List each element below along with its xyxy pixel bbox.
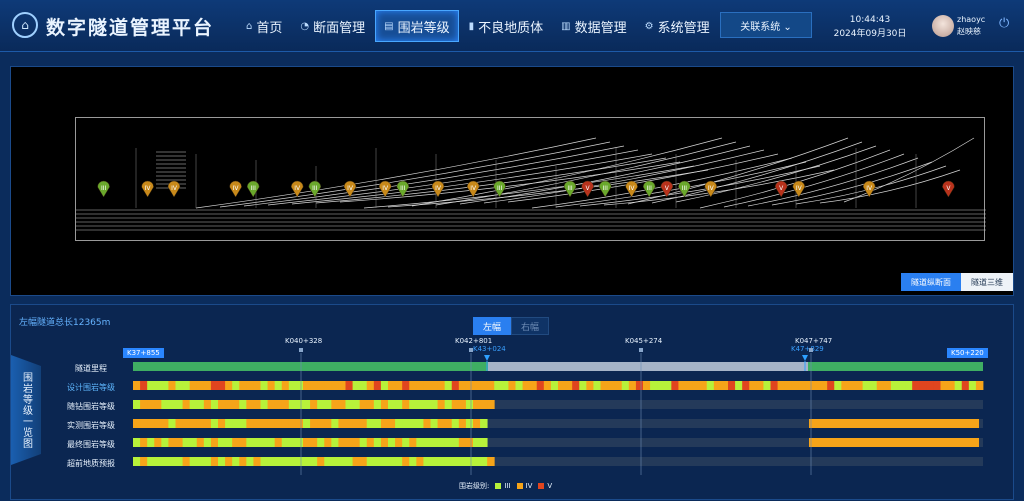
grade-marker-label: IV [708, 185, 715, 192]
grade-marker-label: IV [347, 185, 354, 192]
app-title: 数字隧道管理平台 [46, 17, 215, 39]
grade-marker[interactable]: IV [290, 180, 304, 198]
tunnel-profile-drawing[interactable]: III IV IV IV III IV III IV IV III IV IV III III V III IV… [75, 117, 986, 241]
grade-marker-label: IV [866, 185, 873, 192]
grade-marker[interactable]: V [581, 180, 594, 198]
grade-marker[interactable]: V [942, 180, 955, 198]
grade-marker-label: III [312, 185, 318, 192]
current-time: 10:44:43 [849, 15, 891, 25]
top-header: ⌂ 数字隧道管理平台 ⌂ 首页 ◔ 断面管理 ▤ 围岩等级 ▮ 不良地质体 ▥ 数据管理 … [0, 0, 1024, 52]
grade-marker-label: III [400, 185, 406, 192]
legend-swatch-v [538, 483, 545, 489]
grade-marker[interactable]: IV [792, 180, 806, 198]
grade-segment[interactable] [809, 438, 979, 447]
nav-label: 系统管理 [657, 20, 710, 36]
nav-home[interactable]: ⌂ 首页 [238, 10, 290, 42]
grade-marker-label: IV [796, 185, 803, 192]
grade-marker[interactable]: III [598, 180, 612, 198]
home-icon: ⌂ [246, 20, 253, 32]
grade-marker-label: IV [382, 185, 389, 192]
position-pointer[interactable] [802, 355, 808, 361]
grade-marker[interactable]: IV [625, 180, 638, 198]
grade-marker-label: III [567, 185, 573, 192]
grade-marker-label: IV [470, 185, 477, 192]
grade-marker-label: III [497, 185, 503, 192]
position-pointer[interactable] [484, 355, 490, 361]
clock: 10:44:43 2024年09月30日 [830, 13, 910, 41]
grade-marker-label: IV [233, 185, 240, 192]
mileage-progress [488, 362, 808, 371]
avatar[interactable] [932, 15, 954, 37]
power-icon[interactable]: ⏻ [999, 16, 1009, 31]
km-tick-mark [469, 348, 473, 352]
nav-adverse-geology[interactable]: ▮ 不良地质体 [461, 10, 552, 42]
profile-linework [76, 137, 986, 231]
grade-marker-label: III [647, 185, 653, 192]
grade-marker-label: IV [629, 185, 636, 192]
display-name: 赵映慈 [957, 27, 981, 36]
gear-icon: ⚙ [644, 20, 654, 32]
nav-label: 围岩等级 [397, 20, 450, 36]
grade-marker-label: IV [145, 185, 152, 192]
forecast-track[interactable] [133, 457, 983, 466]
grade-marker-label: IV [294, 185, 301, 192]
3d-view-button[interactable]: 隧道三维 [961, 273, 1013, 291]
design-grade-track[interactable] [133, 381, 984, 390]
pie-icon: ◔ [300, 20, 310, 32]
username: zhaoyc [957, 15, 986, 24]
nav-label: 首页 [256, 20, 283, 36]
main-nav: ⌂ 首页 ◔ 断面管理 ▤ 围岩等级 ▮ 不良地质体 ▥ 数据管理 ⚙ 系统管理 [238, 10, 720, 42]
grade-marker-label: IV [435, 185, 442, 192]
grade-marker[interactable]: III [97, 180, 110, 198]
layers-icon: ▤ [384, 20, 394, 32]
nav-data-management[interactable]: ▥ 数据管理 [553, 10, 634, 42]
grade-marker-label: IV [171, 185, 178, 192]
data-icon: ▥ [561, 20, 571, 32]
km-tick-mark [809, 348, 813, 352]
grade-marker[interactable]: IV [431, 180, 445, 198]
grade-marker-label: III [251, 185, 257, 192]
legend-iii: III [504, 482, 511, 490]
grade-segment[interactable] [809, 419, 979, 428]
nav-label: 不良地质体 [478, 20, 544, 36]
grade-tracks-svg [133, 348, 984, 475]
grade-marker[interactable]: IV [343, 180, 357, 198]
nav-label: 数据管理 [574, 20, 627, 36]
nav-rock-grade[interactable]: ▤ 围岩等级 [375, 10, 459, 42]
related-system-dropdown[interactable]: 关联系统 ⌄ [720, 12, 812, 38]
grade-marker[interactable]: IV [229, 180, 242, 198]
drilling-grade-track[interactable] [133, 400, 983, 409]
tunnel-logo-icon: ⌂ [12, 12, 38, 38]
bar-chart-icon: ▮ [468, 20, 475, 32]
profile-svg: III IV IV IV III IV III IV IV III IV IV III III V III IV… [76, 137, 986, 231]
user-info[interactable]: zhaoyc 赵映慈 [957, 14, 985, 38]
legend-swatch-iii [495, 483, 502, 489]
grade-marker-label: III [603, 185, 609, 192]
legend-swatch-iv [516, 483, 523, 489]
current-date: 2024年09月30日 [833, 29, 907, 39]
rock-grade-overview: 左幅隧道总长12365m 左幅 右幅 围岩等级一览图 K37+855 K50+2… [10, 304, 1014, 500]
grade-marker[interactable]: IV [167, 180, 181, 198]
legend-iv: IV [525, 482, 533, 490]
nav-system-management[interactable]: ⚙ 系统管理 [637, 10, 718, 42]
nav-label: 断面管理 [313, 20, 366, 36]
grade-marker[interactable]: IV [704, 180, 718, 198]
view-toggle: 隧道纵断面 隧道三维 [901, 273, 1013, 291]
profile-view-button[interactable]: 隧道纵断面 [901, 273, 961, 291]
grade-marker[interactable]: III [493, 180, 506, 198]
nav-section-management[interactable]: ◔ 断面管理 [292, 10, 373, 42]
legend-v: V [547, 482, 553, 490]
tunnel-profile-panel: III IV IV IV III IV III IV IV III IV IV III III V III IV… [10, 66, 1014, 296]
km-tick-mark [299, 348, 303, 352]
legend-label: 围岩级别: [459, 482, 490, 490]
grade-marker[interactable]: IV [141, 180, 154, 198]
grade-legend: 围岩级别: III IV V [459, 481, 552, 491]
km-tick-mark [639, 348, 643, 352]
grade-marker[interactable]: IV [862, 180, 876, 198]
grade-marker[interactable]: III [246, 180, 260, 198]
grade-marker-label: III [682, 185, 688, 192]
grade-marker-label: III [101, 185, 107, 192]
